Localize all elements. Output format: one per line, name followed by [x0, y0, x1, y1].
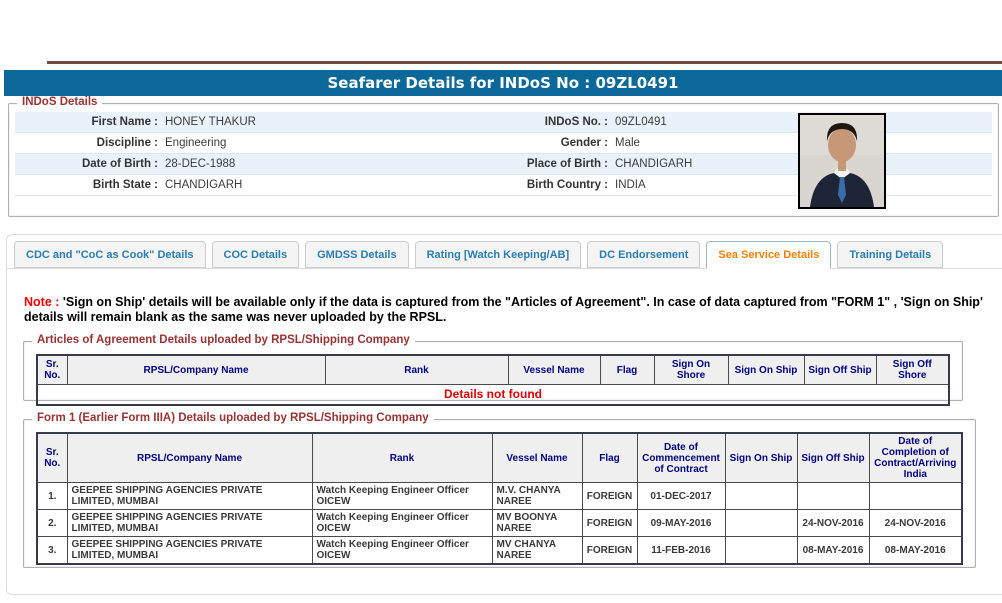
first-name-label: First Name : [15, 116, 165, 128]
rank-cell: Watch Keeping Engineer Officer OICEW [312, 483, 492, 510]
col-sign-on-ship: Sign On Ship [728, 355, 804, 385]
completion-cell: 24-NOV-2016 [869, 510, 962, 537]
tab-cdc-coc-cook-details[interactable]: CDC and "CoC as Cook" Details [14, 241, 206, 268]
col-vessel-name: Vessel Name [508, 355, 600, 385]
sign-off-ship-cell [797, 483, 869, 510]
col-flag: Flag [600, 355, 654, 385]
company-cell: GEEPEE SHIPPING AGENCIES PRIVATE LIMITED… [67, 510, 312, 537]
sign-off-ship-cell: 08-MAY-2016 [797, 537, 869, 565]
flag-cell: FOREIGN [582, 510, 637, 537]
col-sign-off-ship: Sign Off Ship [804, 355, 876, 385]
indos-details-fieldset: INDoS Details First Name : HONEY THAKUR … [8, 103, 999, 217]
tab-content-panel: CDC and "CoC as Cook" Details COC Detail… [6, 234, 1002, 595]
page-title: Seafarer Details for INDoS No : 09ZL0491 [4, 70, 1002, 96]
sign-on-ship-cell [725, 510, 797, 537]
flag-cell: FOREIGN [582, 483, 637, 510]
sr-no-cell: 2. [37, 510, 67, 537]
table-row: 2. GEEPEE SHIPPING AGENCIES PRIVATE LIMI… [37, 510, 962, 537]
col-vessel-name: Vessel Name [492, 433, 582, 483]
company-cell: GEEPEE SHIPPING AGENCIES PRIVATE LIMITED… [67, 483, 312, 510]
vessel-cell: MV BOONYA NAREE [492, 510, 582, 537]
note-label: Note : [24, 295, 59, 309]
completion-cell: 08-MAY-2016 [869, 537, 962, 565]
place-of-birth-label: Place of Birth : [475, 158, 615, 170]
details-not-found-text: Details not found [37, 385, 949, 406]
tab-rating-watch-keeping-ab[interactable]: Rating [Watch Keeping/AB] [415, 241, 582, 268]
rank-cell: Watch Keeping Engineer Officer OICEW [312, 537, 492, 565]
col-flag: Flag [582, 433, 637, 483]
indos-details-legend: INDoS Details [17, 96, 102, 108]
col-sign-off-shore: Sign Off Shore [876, 355, 949, 385]
discipline-value: Engineering [165, 137, 475, 149]
table-header-row: Sr. No. RPSL/Company Name Rank Vessel Na… [37, 433, 962, 483]
seafarer-photo [798, 113, 886, 209]
col-sign-on-ship: Sign On Ship [725, 433, 797, 483]
banner-separator-line [47, 61, 1002, 64]
sr-no-cell: 1. [37, 483, 67, 510]
col-rpsl-company-name: RPSL/Company Name [67, 433, 312, 483]
birth-state-label: Birth State : [15, 179, 165, 191]
dob-label: Date of Birth : [15, 158, 165, 170]
birth-country-label: Birth Country : [475, 179, 615, 191]
flag-cell: FOREIGN [582, 537, 637, 565]
articles-of-agreement-table: Sr. No. RPSL/Company Name Rank Vessel Na… [36, 354, 950, 406]
tab-training-details[interactable]: Training Details [837, 241, 943, 268]
form1-details-legend: Form 1 (Earlier Form IIIA) Details uploa… [32, 412, 434, 424]
col-sr-no: Sr. No. [37, 433, 67, 483]
form1-details-table: Sr. No. RPSL/Company Name Rank Vessel Na… [36, 432, 963, 565]
commencement-cell: 09-MAY-2016 [637, 510, 725, 537]
seafarer-details-page: Seafarer Details for INDoS No : 09ZL0491… [0, 0, 1002, 603]
col-sign-on-shore: Sign On Shore [654, 355, 728, 385]
sr-no-cell: 3. [37, 537, 67, 565]
col-sign-off-ship: Sign Off Ship [797, 433, 869, 483]
col-sr-no: Sr. No. [37, 355, 67, 385]
gender-label: Gender : [475, 137, 615, 149]
dob-value: 28-DEC-1988 [165, 158, 475, 170]
note-text: 'Sign on Ship' details will be available… [24, 295, 983, 324]
table-header-row: Sr. No. RPSL/Company Name Rank Vessel Na… [37, 355, 949, 385]
commencement-cell: 11-FEB-2016 [637, 537, 725, 565]
birth-state-value: CHANDIGARH [165, 179, 475, 191]
sign-on-ship-note: Note : 'Sign on Ship' details will be av… [24, 295, 985, 325]
rank-cell: Watch Keeping Engineer Officer OICEW [312, 510, 492, 537]
company-cell: GEEPEE SHIPPING AGENCIES PRIVATE LIMITED… [67, 537, 312, 565]
tab-dc-endorsement[interactable]: DC Endorsement [587, 241, 700, 268]
commencement-cell: 01-DEC-2017 [637, 483, 725, 510]
col-rpsl-company-name: RPSL/Company Name [67, 355, 325, 385]
first-name-value: HONEY THAKUR [165, 116, 475, 128]
articles-of-agreement-legend: Articles of Agreement Details uploaded b… [32, 334, 415, 346]
col-date-of-commencement: Date of Commencement of Contract [637, 433, 725, 483]
tab-bar: CDC and "CoC as Cook" Details COC Detail… [7, 235, 1002, 269]
table-row: 1. GEEPEE SHIPPING AGENCIES PRIVATE LIMI… [37, 483, 962, 510]
tab-gmdss-details[interactable]: GMDSS Details [305, 241, 408, 268]
tab-sea-service-details[interactable]: Sea Service Details [706, 241, 831, 269]
discipline-label: Discipline : [15, 137, 165, 149]
col-rank: Rank [312, 433, 492, 483]
sign-on-ship-cell [725, 537, 797, 565]
tab-coc-details[interactable]: COC Details [212, 241, 300, 268]
vessel-cell: M.V. CHANYA NAREE [492, 483, 582, 510]
completion-cell [869, 483, 962, 510]
sign-off-ship-cell: 24-NOV-2016 [797, 510, 869, 537]
form1-details-fieldset: Form 1 (Earlier Form IIIA) Details uploa… [23, 419, 976, 568]
col-date-of-completion: Date of Completion of Contract/Arriving … [869, 433, 962, 483]
empty-result-row: Details not found [37, 385, 949, 406]
table-row: 3. GEEPEE SHIPPING AGENCIES PRIVATE LIMI… [37, 537, 962, 565]
indos-no-label: INDoS No. : [475, 116, 615, 128]
sign-on-ship-cell [725, 483, 797, 510]
vessel-cell: MV CHANYA NAREE [492, 537, 582, 565]
articles-of-agreement-fieldset: Articles of Agreement Details uploaded b… [23, 341, 963, 401]
col-rank: Rank [325, 355, 508, 385]
